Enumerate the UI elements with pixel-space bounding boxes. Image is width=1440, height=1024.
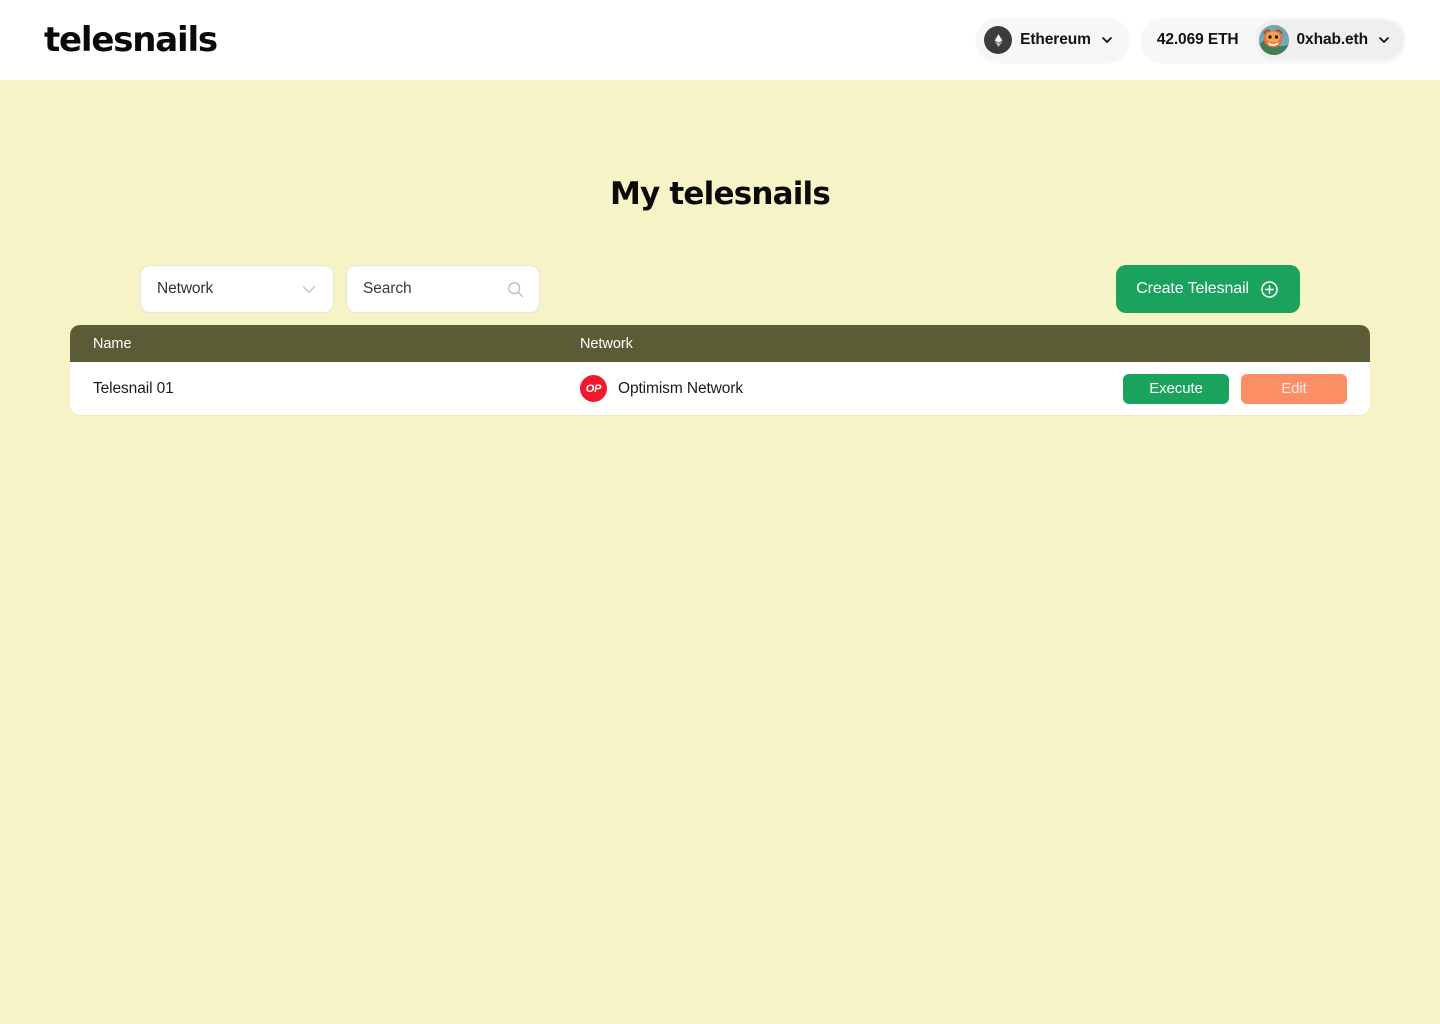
wallet-balance: 42.069 ETH [1156, 31, 1239, 48]
filter-toolbar: Network Search Create Telesnail [70, 265, 1370, 313]
search-input[interactable]: Search [363, 280, 412, 298]
chevron-down-icon [299, 279, 319, 299]
row-actions: Execute Edit [1123, 373, 1347, 404]
page-title: My telesnails [609, 176, 831, 212]
search-icon [506, 280, 525, 299]
optimism-icon: OP [580, 375, 607, 402]
edit-button[interactable]: Edit [1241, 373, 1347, 404]
network-selector[interactable]: Ethereum [976, 18, 1129, 62]
main-content: My telesnails Network Search Create Tele… [0, 80, 1440, 415]
app-header: telesnails Ethereum 42.069 ETH 0xhab.eth [0, 0, 1440, 80]
app-logo[interactable]: telesnails [44, 23, 218, 57]
table-row[interactable]: Telesnail 01 OP Optimism Network Execute… [70, 362, 1370, 415]
table-header-row: Name Network [70, 325, 1370, 362]
network-selector-label: Ethereum [1020, 31, 1091, 48]
cell-network: OP Optimism Network [580, 375, 1123, 402]
cell-network-label: Optimism Network [618, 379, 743, 397]
chevron-down-icon [1099, 32, 1115, 48]
column-header-network: Network [580, 335, 633, 352]
chevron-down-icon [1376, 32, 1392, 48]
create-telesnail-button[interactable]: Create Telesnail [1116, 265, 1300, 313]
telesnails-table-container: Name Network Telesnail 01 OP Optimism Ne… [0, 325, 1440, 415]
telesnails-table: Name Network Telesnail 01 OP Optimism Ne… [70, 325, 1370, 415]
ethereum-icon [984, 26, 1013, 54]
cell-name: Telesnail 01 [93, 379, 174, 397]
avatar [1258, 25, 1289, 55]
network-filter-value: Network [157, 280, 214, 297]
account-button[interactable]: 0xhab.eth [1254, 20, 1404, 60]
plus-circle-icon [1259, 279, 1280, 300]
create-telesnail-label: Create Telesnail [1136, 280, 1249, 297]
execute-button[interactable]: Execute [1123, 373, 1229, 404]
account-pill: 42.069 ETH 0xhab.eth [1140, 18, 1406, 62]
header-actions: Ethereum 42.069 ETH 0xhab.eth [976, 18, 1406, 62]
search-field[interactable]: Search [346, 265, 540, 313]
account-label: 0xhab.eth [1296, 31, 1369, 48]
column-header-name: Name [93, 335, 132, 352]
network-filter-select[interactable]: Network [140, 265, 334, 313]
